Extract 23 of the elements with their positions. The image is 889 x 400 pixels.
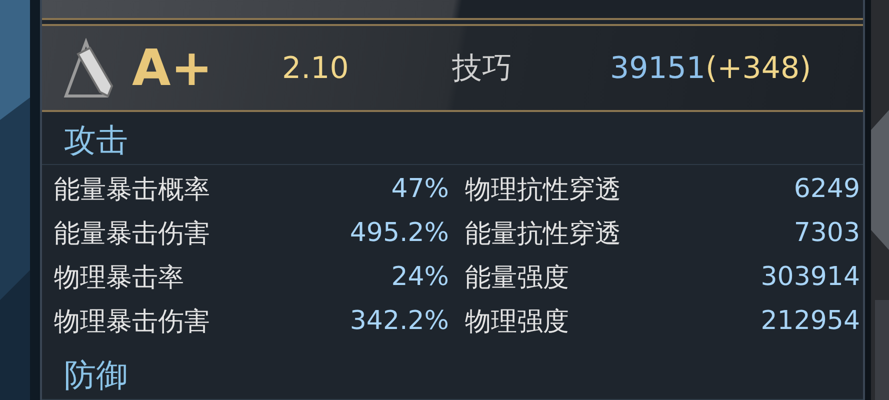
stat-value: 342.2%	[350, 306, 449, 336]
stat-label: 物理暴击伤害	[54, 306, 210, 338]
stat-value: 212954	[760, 306, 860, 336]
stat-name: 技巧	[452, 50, 513, 88]
grade: A+	[132, 39, 214, 97]
stat-label: 能量强度	[465, 262, 569, 294]
stat-label: 物理抗性穿透	[465, 174, 621, 206]
stat-value: 7303	[794, 218, 860, 248]
section-title: 防御	[42, 351, 863, 400]
stat-value: 303914	[760, 262, 860, 292]
stat-label: 能量暴击概率	[54, 174, 210, 206]
section-title: 攻击	[42, 116, 863, 165]
stat-value: 24%	[391, 262, 449, 292]
stat-bonus: (+348)	[705, 50, 812, 86]
stat-value: 47%	[391, 174, 449, 204]
stat-value: 39151	[610, 50, 706, 86]
stat-label: 物理暴击率	[54, 262, 184, 294]
stat-label: 能量暴击伤害	[54, 218, 210, 250]
stat-label: 能量抗性穿透	[465, 218, 621, 250]
stat-label: 物理强度	[465, 306, 569, 338]
multiplier: 2.10	[282, 50, 350, 86]
stat-value: 495.2%	[350, 218, 449, 248]
stat-value: 6249	[794, 174, 860, 204]
